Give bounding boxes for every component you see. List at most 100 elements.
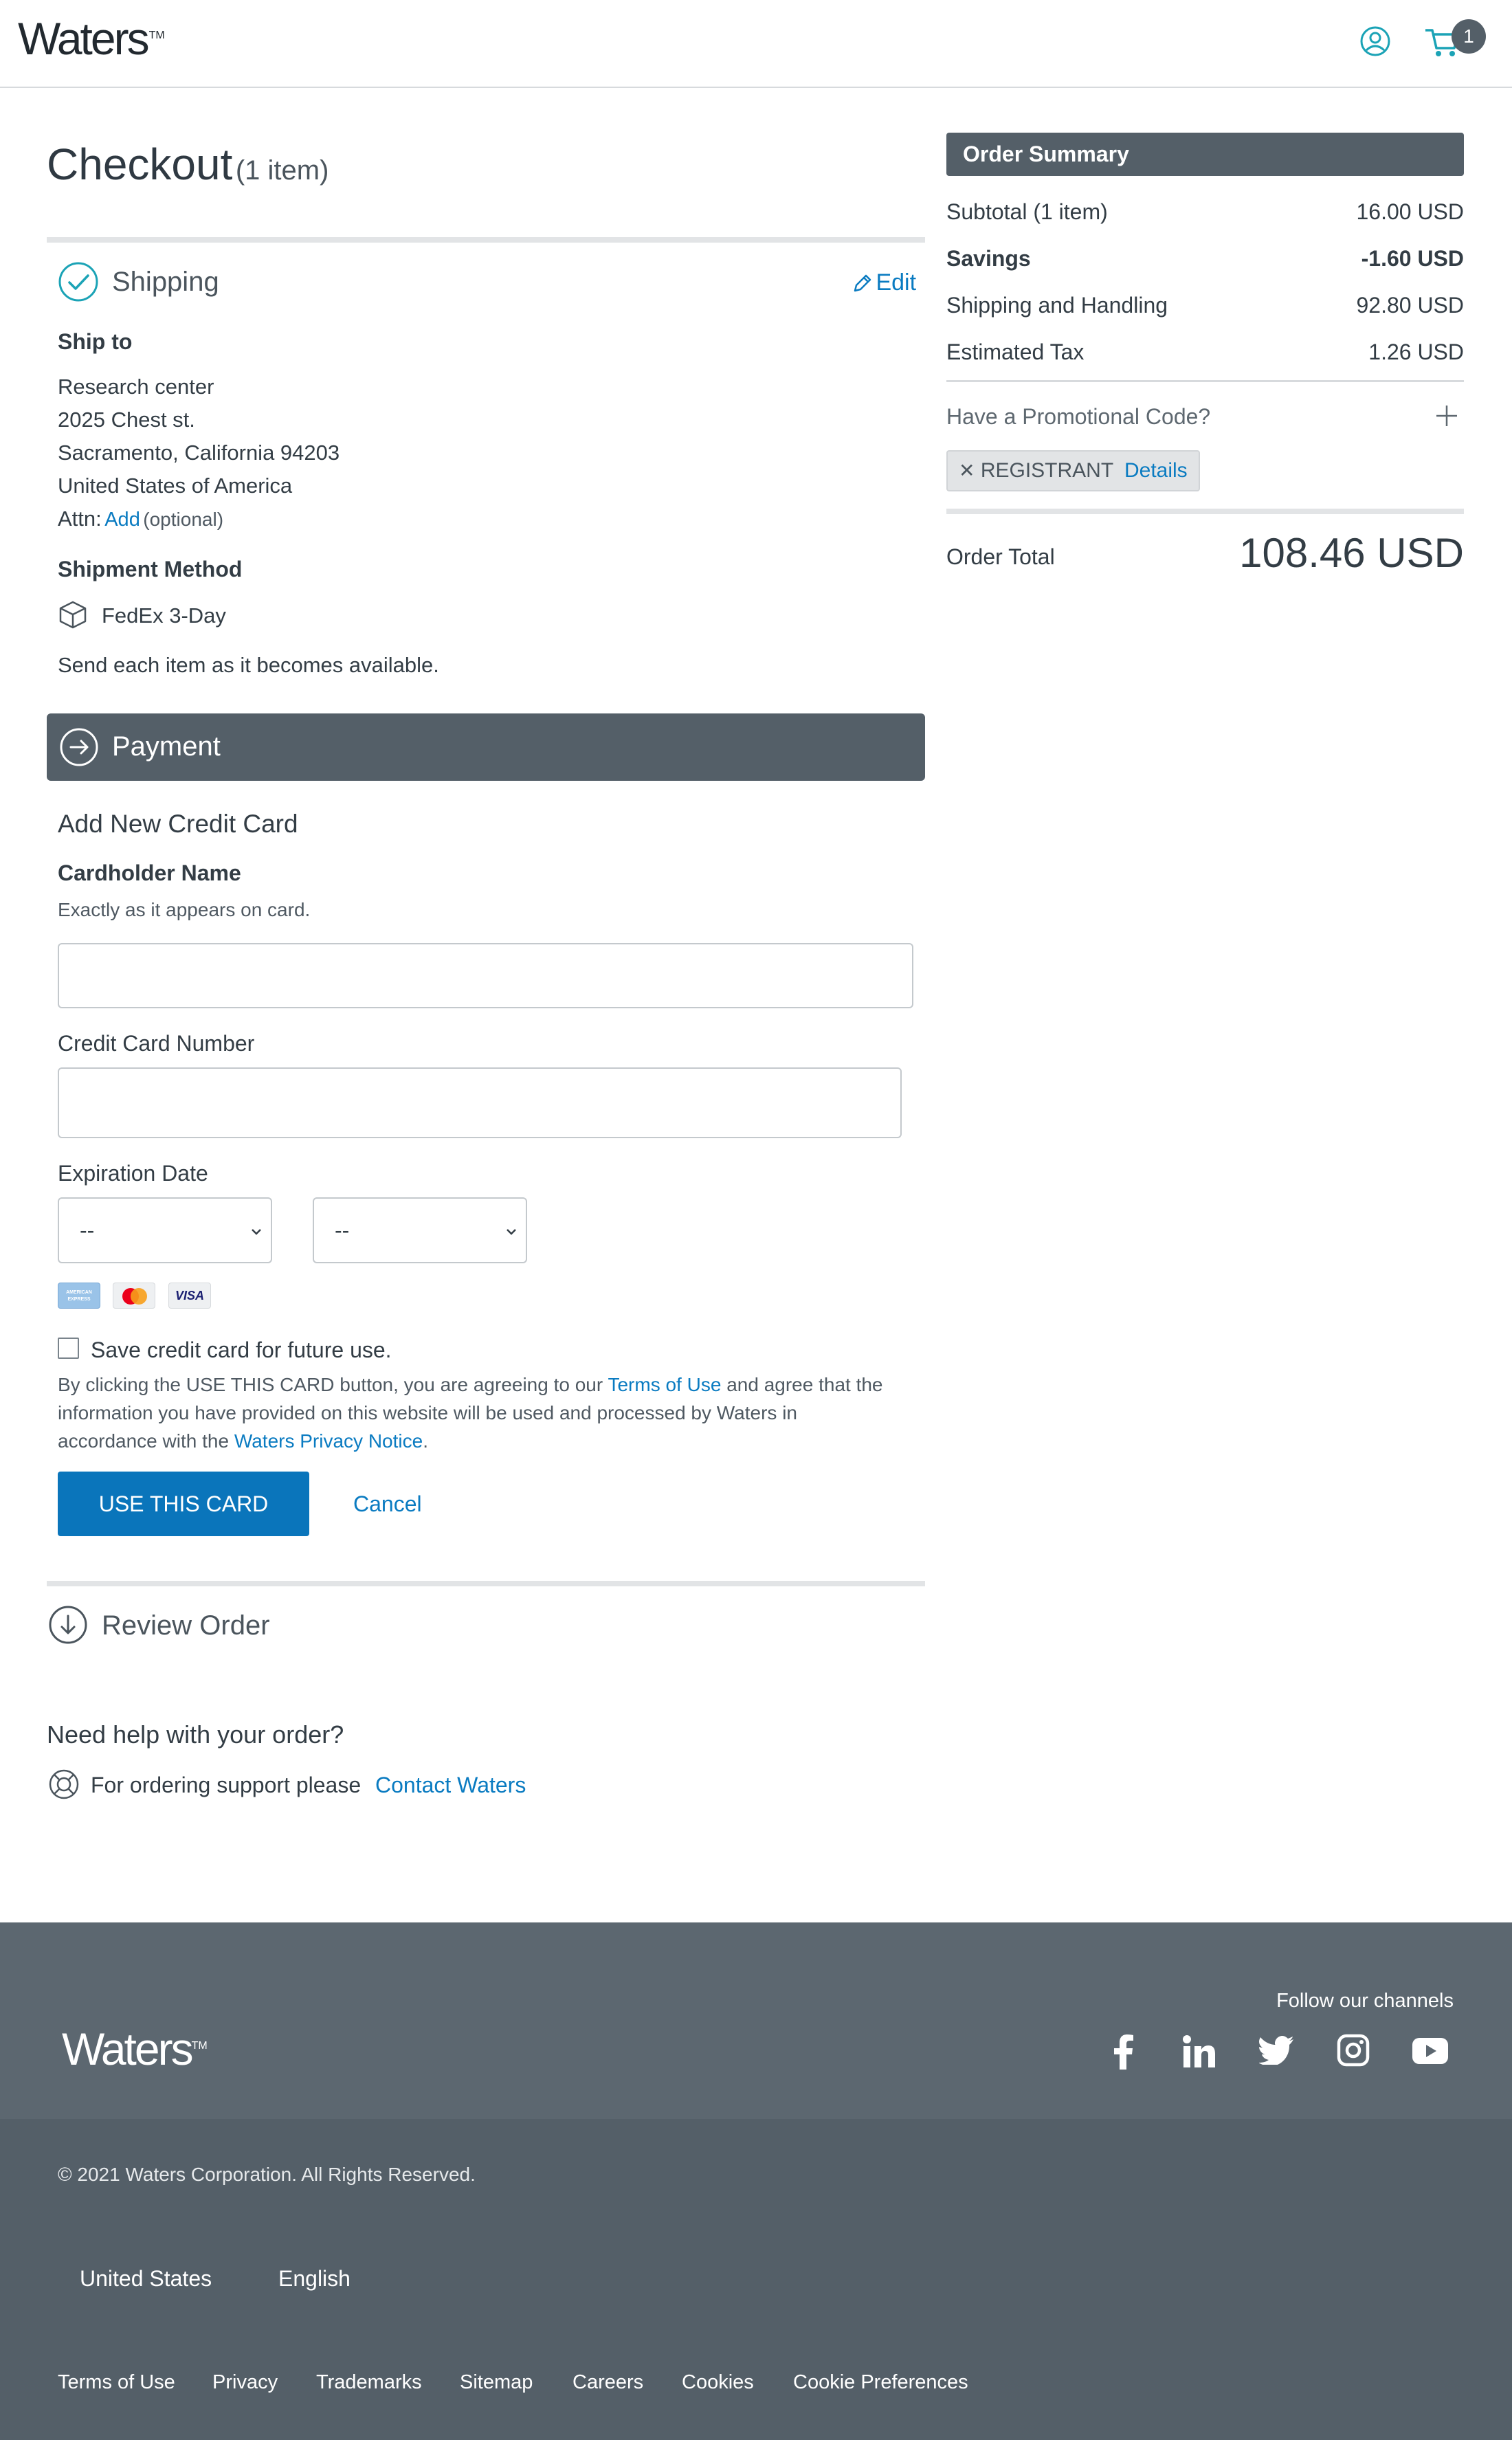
instagram-icon[interactable] [1337, 2034, 1370, 2067]
logo-text: Waters [18, 13, 150, 64]
agreement-part2: and agree that the [726, 1374, 883, 1395]
footer-link-sitemap[interactable]: Sitemap [460, 2371, 533, 2394]
contact-waters-link[interactable]: Contact Waters [375, 1773, 526, 1798]
summary-row-tax: Estimated Tax 1.26 USD [946, 340, 1464, 365]
youtube-icon[interactable] [1412, 2038, 1448, 2064]
promo-details-link[interactable]: Details [1124, 459, 1188, 482]
language-selector[interactable]: English [278, 2266, 351, 2292]
follow-label: Follow our channels [1276, 1990, 1454, 2012]
visa-text: VISA [175, 1289, 204, 1302]
expiration-year-select[interactable]: -- [313, 1197, 527, 1263]
address-line: Research center [58, 375, 214, 399]
facebook-icon[interactable] [1110, 2034, 1135, 2070]
shipment-method-value: FedEx 3-Day [102, 603, 226, 628]
item-count: (1 item) [235, 155, 329, 186]
lifebuoy-icon [48, 1768, 80, 1800]
agreement-text: By clicking the USE THIS CARD button, yo… [58, 1371, 931, 1455]
agreement-line-3: accordance with the Waters Privacy Notic… [58, 1427, 931, 1455]
checkout-heading: Checkout (1 item) [47, 139, 329, 190]
privacy-notice-link[interactable]: Waters Privacy Notice [234, 1430, 423, 1452]
use-this-card-button[interactable]: USE THIS CARD [58, 1472, 309, 1536]
ship-to-label: Ship to [58, 329, 133, 354]
summary-value: 92.80 USD [1356, 293, 1464, 318]
remove-promo-icon[interactable]: ✕ [959, 460, 975, 481]
attn-row: Attn: Add (optional) [58, 507, 223, 531]
check-circle-icon [58, 261, 99, 302]
agreement-part1: By clicking the USE THIS CARD button, yo… [58, 1374, 603, 1395]
footer-logo-tm: TM [191, 2040, 208, 2052]
card-number-label: Credit Card Number [58, 1031, 255, 1056]
edit-label: Edit [876, 269, 917, 296]
footer-logo[interactable]: WatersTM [62, 2023, 208, 2075]
help-title: Need help with your order? [47, 1720, 344, 1749]
plus-icon [1435, 404, 1458, 428]
promo-code: REGISTRANT [980, 459, 1113, 482]
promo-label: Have a Promotional Code? [946, 404, 1211, 429]
summary-label: Savings [946, 246, 1031, 271]
page-title: Checkout [47, 140, 233, 189]
add-card-title: Add New Credit Card [58, 810, 298, 838]
agreement-line3-prefix: accordance with the [58, 1430, 230, 1452]
account-icon[interactable] [1359, 25, 1391, 57]
chevron-down-icon [504, 1219, 519, 1235]
footer-link-privacy[interactable]: Privacy [212, 2371, 278, 2394]
promo-code-toggle[interactable]: Have a Promotional Code? [946, 404, 1464, 430]
save-card-checkbox[interactable] [58, 1338, 79, 1359]
attn-optional: (optional) [143, 509, 224, 530]
review-order-title: Review Order [102, 1610, 270, 1641]
agreement-line3-suffix: . [423, 1430, 428, 1452]
summary-label: Estimated Tax [946, 340, 1085, 364]
save-card-label: Save credit card for future use. [91, 1338, 392, 1362]
summary-divider-thick [946, 509, 1464, 514]
footer-link-trademarks[interactable]: Trademarks [316, 2371, 422, 2394]
address-line: Sacramento, California 94203 [58, 441, 340, 465]
summary-divider [946, 380, 1464, 382]
help-text: For ordering support please [91, 1773, 362, 1797]
year-selected: -- [335, 1218, 350, 1243]
shipment-method-label: Shipment Method [58, 557, 243, 581]
amex-text: AMERICAN EXPRESS [66, 1290, 92, 1302]
footer-link-terms[interactable]: Terms of Use [58, 2371, 175, 2394]
agreement-line-2: information you have provided on this we… [58, 1402, 797, 1423]
payment-title: Payment [112, 731, 221, 762]
agreement-line-1: By clicking the USE THIS CARD button, yo… [58, 1371, 931, 1399]
arrow-right-circle-icon [59, 727, 99, 767]
cart-count-badge: 1 [1452, 19, 1486, 54]
edit-shipping-link[interactable]: Edit [852, 269, 916, 296]
waters-logo[interactable]: Waters TM [18, 12, 165, 65]
section-divider [47, 1581, 925, 1586]
footer-logo-text: Waters [62, 2023, 194, 2074]
shipping-title: Shipping [112, 267, 219, 297]
cardholder-label: Cardholder Name [58, 861, 241, 885]
summary-label: Subtotal (1 item) [946, 199, 1108, 224]
visa-icon: VISA [168, 1283, 211, 1309]
summary-row-shipping: Shipping and Handling 92.80 USD [946, 293, 1464, 318]
summary-value: 16.00 USD [1356, 199, 1464, 224]
order-total-value: 108.46 USD [1239, 530, 1464, 576]
order-total-row: Order Total 108.46 USD [946, 530, 1464, 590]
chevron-down-icon [249, 1219, 264, 1235]
payment-step-header: Payment [47, 713, 925, 781]
footer-link-cookies[interactable]: Cookies [682, 2371, 754, 2394]
footer-link-cookie-preferences[interactable]: Cookie Preferences [793, 2371, 968, 2394]
footer-link-careers[interactable]: Careers [572, 2371, 643, 2394]
cardholder-name-input[interactable] [58, 943, 913, 1008]
pencil-icon [852, 273, 873, 293]
cardholder-hint: Exactly as it appears on card. [58, 899, 311, 920]
expiration-month-select[interactable]: -- [58, 1197, 272, 1263]
copyright: © 2021 Waters Corporation. All Rights Re… [58, 2164, 476, 2185]
footer-top: WatersTM Follow our channels [0, 1922, 1512, 2119]
attn-add-link[interactable]: Add [104, 509, 140, 531]
amex-icon: AMERICAN EXPRESS [58, 1283, 100, 1309]
country-selector[interactable]: United States [80, 2266, 212, 2292]
arrow-down-circle-icon [48, 1605, 88, 1645]
linkedin-icon[interactable] [1182, 2034, 1216, 2069]
card-number-input[interactable] [58, 1067, 902, 1138]
site-header: Waters TM 1 [0, 0, 1512, 88]
cancel-button[interactable]: Cancel [353, 1491, 422, 1517]
terms-link[interactable]: Terms of Use [608, 1374, 721, 1395]
summary-value: 1.26 USD [1368, 340, 1464, 364]
twitter-icon[interactable] [1258, 2036, 1293, 2066]
attn-label: Attn: [58, 507, 102, 531]
summary-value: -1.60 USD [1361, 246, 1464, 271]
